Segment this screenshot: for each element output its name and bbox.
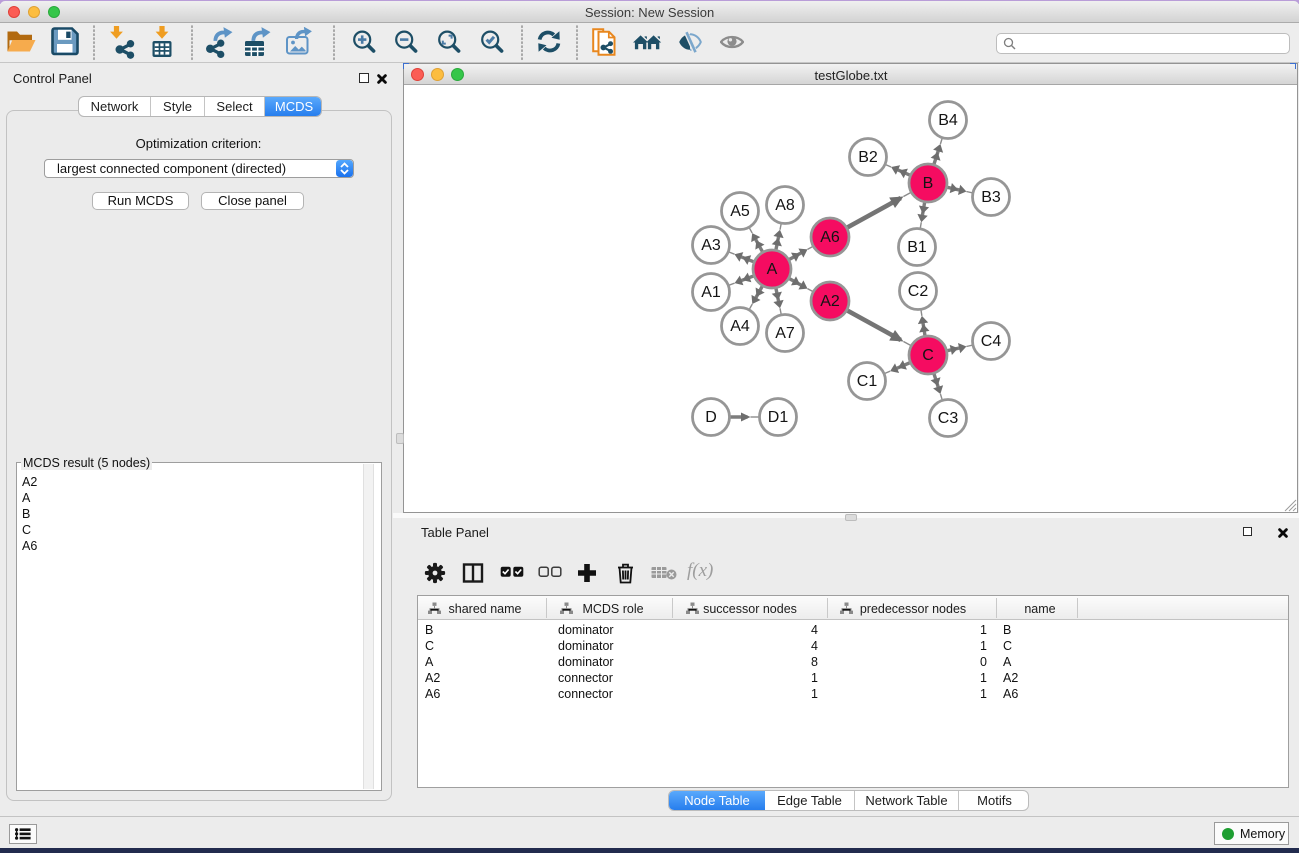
svg-text:A2: A2 (820, 293, 840, 310)
svg-text:B: B (923, 175, 934, 192)
svg-text:B4: B4 (938, 112, 958, 129)
svg-text:C: C (922, 347, 934, 364)
svg-text:C3: C3 (938, 410, 959, 427)
svg-text:A5: A5 (730, 203, 750, 220)
svg-text:C1: C1 (857, 373, 878, 390)
svg-text:A8: A8 (775, 197, 795, 214)
svg-text:A1: A1 (701, 284, 721, 301)
svg-text:C4: C4 (981, 333, 1002, 350)
svg-text:C2: C2 (908, 283, 929, 300)
svg-text:B2: B2 (858, 149, 878, 166)
svg-text:D1: D1 (768, 409, 789, 426)
svg-text:A: A (767, 261, 778, 278)
svg-text:B1: B1 (907, 239, 927, 256)
svg-text:A3: A3 (701, 237, 721, 254)
svg-text:A6: A6 (820, 229, 840, 246)
svg-text:A7: A7 (775, 325, 795, 342)
svg-text:D: D (705, 409, 717, 426)
svg-text:B3: B3 (981, 189, 1001, 206)
svg-text:A4: A4 (730, 318, 750, 335)
